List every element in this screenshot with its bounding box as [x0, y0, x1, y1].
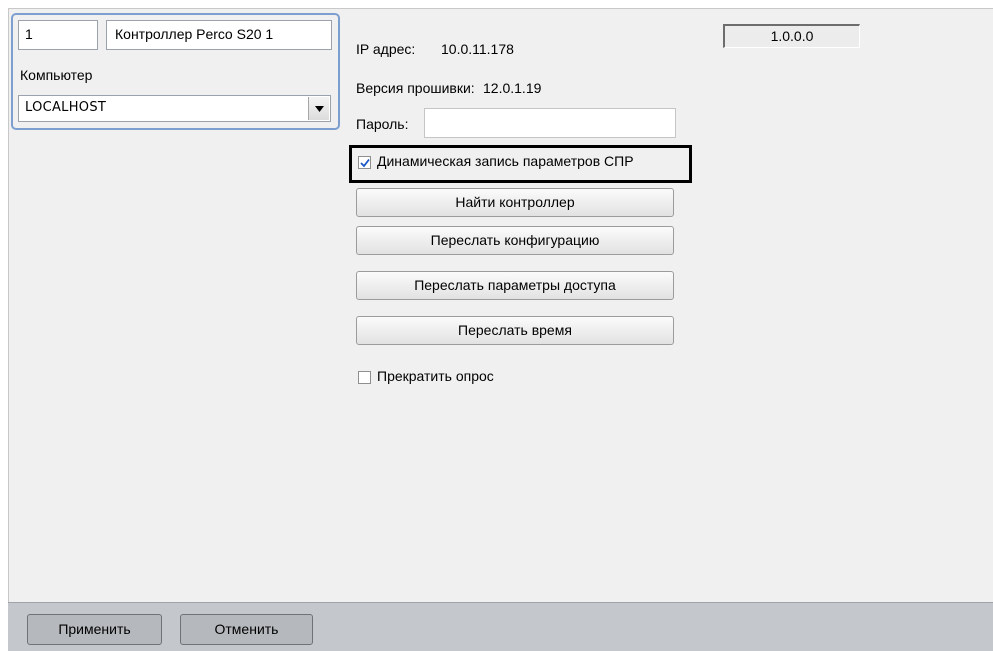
send-access-button[interactable]: Переслать параметры доступа	[356, 271, 674, 300]
send-time-button[interactable]: Переслать время	[356, 316, 674, 345]
password-input[interactable]	[424, 108, 676, 138]
object-id-field[interactable]: 1	[18, 20, 98, 50]
ip-value: 10.0.11.178	[441, 41, 514, 57]
stop-polling-checkbox[interactable]	[358, 371, 371, 384]
stop-polling-label[interactable]: Прекратить опрос	[377, 368, 494, 384]
password-label: Пароль:	[356, 116, 409, 132]
cancel-button[interactable]: Отменить	[180, 614, 313, 645]
firmware-value: 12.0.1.19	[483, 80, 542, 96]
computer-label: Компьютер	[20, 67, 93, 83]
checkmark-icon	[359, 158, 370, 167]
find-controller-button[interactable]: Найти контроллер	[356, 188, 674, 217]
apply-button[interactable]: Применить	[27, 614, 162, 645]
firmware-label: Версия прошивки:	[356, 80, 475, 96]
top-strip	[0, 0, 993, 8]
dynamic-write-checkbox[interactable]	[358, 156, 371, 169]
version-field: 1.0.0.0	[723, 24, 860, 48]
object-name-field[interactable]: Контроллер Perco S20 1	[106, 20, 332, 50]
dynamic-write-label[interactable]: Динамическая запись параметров СПР	[377, 153, 634, 169]
send-config-button[interactable]: Переслать конфигурацию	[356, 226, 674, 255]
chevron-down-icon[interactable]	[308, 97, 329, 120]
computer-select[interactable]: LOCALHOST	[18, 95, 331, 122]
ip-label: IP адрес:	[356, 41, 416, 57]
computer-select-value: LOCALHOST	[25, 100, 107, 115]
settings-window: 1 Контроллер Perco S20 1 Компьютер LOCAL…	[0, 0, 993, 651]
